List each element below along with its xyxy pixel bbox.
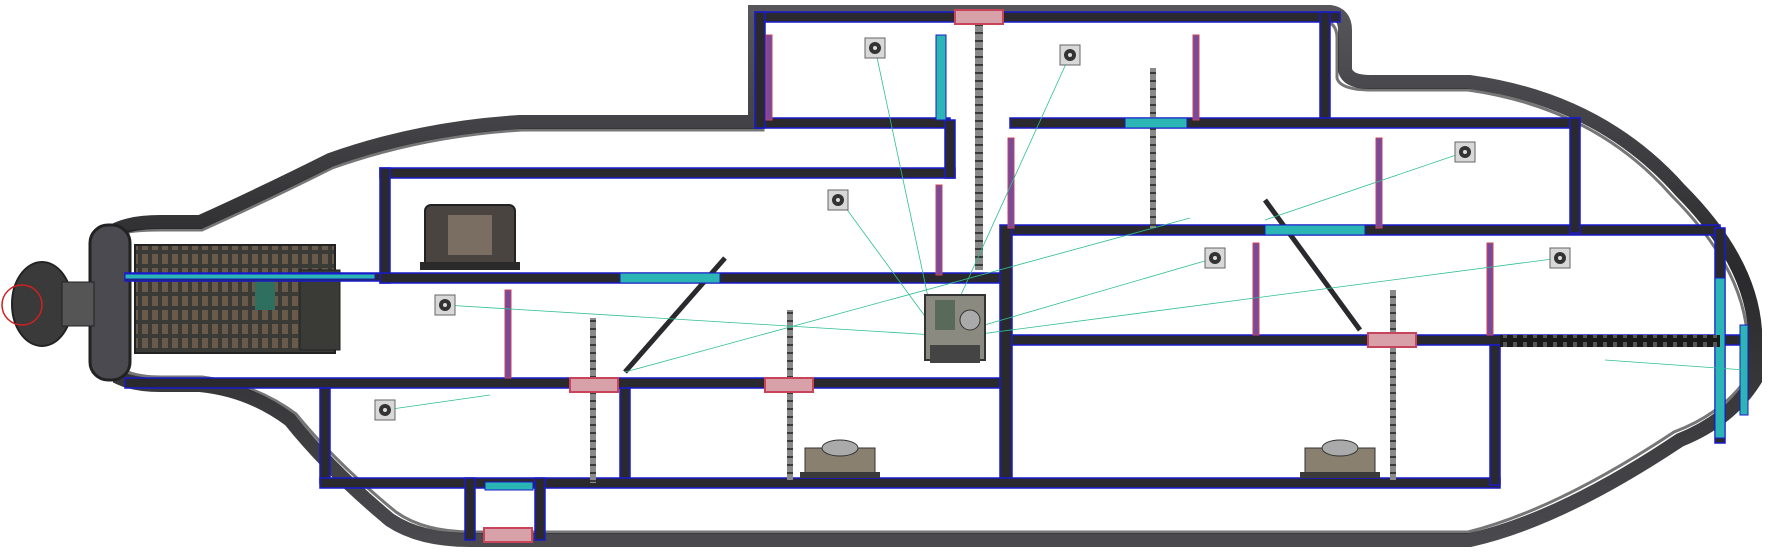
submarine-blueprint[interactable] bbox=[0, 0, 1788, 555]
fan-icon bbox=[434, 294, 456, 316]
conveyor-rail bbox=[1500, 335, 1720, 347]
engine-block[interactable] bbox=[134, 244, 341, 354]
fan-icon bbox=[1059, 44, 1081, 66]
fan-icon bbox=[864, 37, 886, 59]
junction-station[interactable] bbox=[800, 439, 880, 478]
ladder bbox=[1150, 68, 1156, 228]
fan-icon bbox=[827, 189, 849, 211]
fan-icon bbox=[374, 399, 396, 421]
editor-canvas[interactable] bbox=[0, 0, 1788, 555]
engine-nose[interactable] bbox=[1, 223, 132, 382]
ladder bbox=[1390, 290, 1396, 480]
generator-machine[interactable] bbox=[420, 204, 520, 270]
ladder bbox=[975, 10, 983, 270]
ladder bbox=[590, 318, 596, 483]
fan-icon bbox=[1454, 141, 1476, 163]
ladders[interactable] bbox=[590, 10, 1396, 483]
fan-icon bbox=[1549, 247, 1571, 269]
fan-icon bbox=[1204, 247, 1226, 269]
junction-station[interactable] bbox=[1300, 439, 1380, 478]
reactor-machine[interactable] bbox=[924, 294, 986, 363]
ladder bbox=[787, 310, 793, 480]
